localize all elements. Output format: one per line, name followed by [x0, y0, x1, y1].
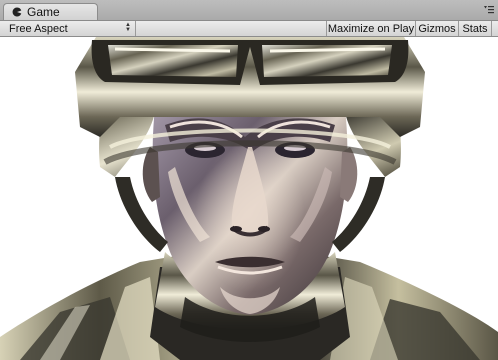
tab-title: Game — [27, 5, 60, 19]
soldier-render — [0, 37, 498, 360]
game-toolbar: Free Aspect ▲ ▼ Maximize on Play Gizmos S… — [0, 21, 498, 37]
game-viewport[interactable] — [0, 37, 498, 360]
maximize-on-play-button[interactable]: Maximize on Play — [326, 21, 415, 36]
gizmos-button[interactable]: Gizmos — [415, 21, 458, 36]
gizmos-label: Gizmos — [418, 22, 456, 35]
window-tab-bar: Game — [0, 0, 498, 21]
tab-game[interactable]: Game — [3, 3, 98, 20]
panel-menu-icon[interactable] — [483, 4, 495, 16]
stats-button[interactable]: Stats — [458, 21, 492, 36]
dropdown-arrows-icon: ▲ ▼ — [125, 22, 131, 33]
game-view-icon — [12, 7, 22, 17]
maximize-on-play-label: Maximize on Play — [327, 22, 415, 35]
stats-label: Stats — [462, 22, 488, 35]
aspect-dropdown[interactable]: Free Aspect ▲ ▼ — [3, 21, 136, 36]
aspect-label: Free Aspect — [9, 22, 68, 35]
